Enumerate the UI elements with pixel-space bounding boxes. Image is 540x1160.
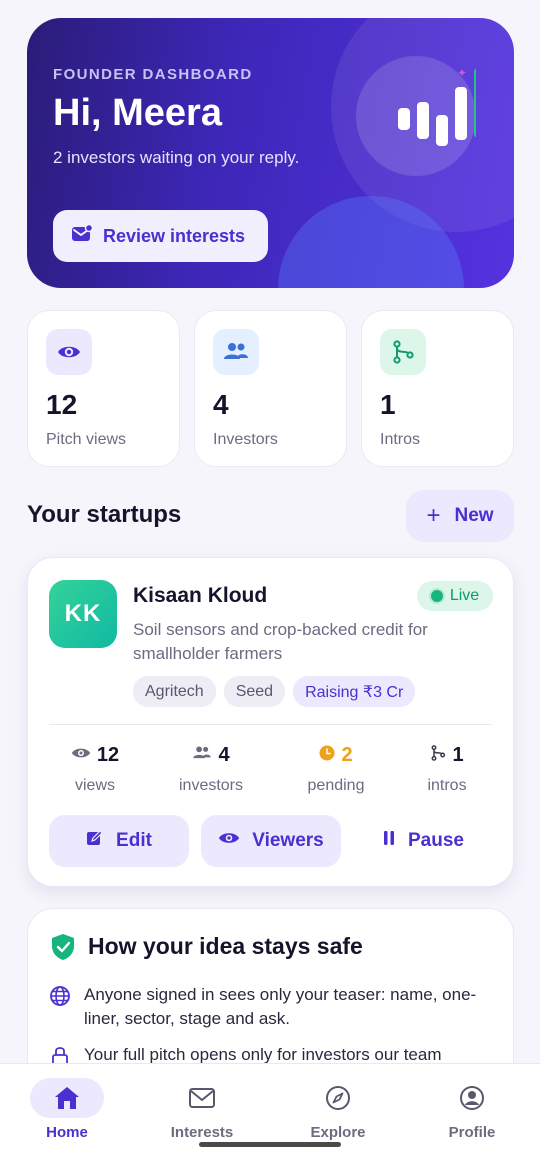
- metric-value: 12: [96, 744, 120, 766]
- compass-icon: [301, 1078, 375, 1118]
- branch-icon: [430, 744, 446, 767]
- section-title-startups: Your startups: [27, 501, 182, 528]
- metric-investors: 4 investors: [156, 744, 266, 795]
- eye-icon: [46, 329, 92, 375]
- users-icon: [192, 745, 212, 766]
- stat-label: Intros: [380, 431, 421, 448]
- new-startup-button[interactable]: + New: [406, 490, 514, 542]
- stat-label: Investors: [213, 431, 278, 448]
- nav-label: Home: [46, 1124, 88, 1141]
- hero-subtitle: 2 investors waiting on your reply.: [53, 148, 300, 167]
- stat-value: 1: [380, 389, 396, 420]
- eye-icon: [71, 746, 91, 765]
- viewers-label: Viewers: [252, 830, 324, 851]
- stat-value: 12: [46, 389, 78, 420]
- startup-card[interactable]: KK Kisaan Kloud Live Soil sensors and cr…: [27, 557, 514, 887]
- startup-avatar: KK: [49, 580, 117, 648]
- safety-title: How your idea stays safe: [88, 933, 363, 959]
- new-startup-label: New: [454, 505, 494, 526]
- metric-label: investors: [178, 777, 244, 794]
- nav-label: Interests: [170, 1124, 234, 1141]
- stat-label: Pitch views: [46, 431, 127, 448]
- startup-description: Soil sensors and crop-backed credit for …: [133, 620, 428, 663]
- nav-item-profile[interactable]: Profile: [412, 1078, 532, 1141]
- plus-icon: +: [426, 502, 441, 529]
- mail-icon: [71, 223, 94, 249]
- nav-label: Explore: [310, 1124, 366, 1141]
- review-interests-label: Review interests: [103, 225, 246, 246]
- eye-icon: [218, 830, 240, 852]
- status-badge: Live: [417, 581, 493, 611]
- tag-stage: Seed: [223, 676, 286, 707]
- metric-label: intros: [427, 777, 467, 794]
- hero-greeting: Hi, Meera: [53, 92, 222, 134]
- stat-card-intros[interactable]: 1 Intros: [361, 310, 514, 467]
- home-icon: [30, 1078, 104, 1118]
- shield-check-icon: [50, 933, 76, 966]
- edit-button[interactable]: Edit: [49, 815, 189, 867]
- startup-name: Kisaan Kloud: [133, 584, 268, 607]
- edit-label: Edit: [116, 830, 152, 851]
- branch-icon: [380, 329, 426, 375]
- globe-icon: [49, 985, 71, 1012]
- nav-item-home[interactable]: Home: [7, 1078, 127, 1141]
- stat-card-pitch-views[interactable]: 12 Pitch views: [27, 310, 180, 467]
- clock-icon: [319, 745, 335, 766]
- metric-pending: 2 pending: [281, 744, 391, 795]
- metric-intros: 1 intros: [392, 744, 502, 795]
- hero-eyebrow: FOUNDER DASHBOARD: [53, 66, 253, 83]
- nav-label: Profile: [448, 1124, 496, 1141]
- home-indicator[interactable]: [199, 1142, 341, 1147]
- metric-value: 1: [452, 744, 464, 766]
- tag-raising: Raising ₹3 Cr: [293, 676, 416, 707]
- tag-sector: Agritech: [133, 676, 216, 707]
- status-label: Live: [449, 587, 480, 604]
- bar-chart-icon: [356, 56, 476, 176]
- edit-icon: [86, 829, 104, 853]
- profile-icon: [435, 1078, 509, 1118]
- safety-item: Anyone signed in sees only your teaser: …: [84, 985, 477, 1028]
- users-icon: [213, 329, 259, 375]
- hero-banner: ✦ FOUNDER DASHBOARD Hi, Meera 2 investor…: [27, 18, 514, 288]
- stat-card-investors[interactable]: 4 Investors: [194, 310, 347, 467]
- startup-tags: Agritech Seed Raising ₹3 Cr: [133, 676, 416, 707]
- metric-value: 4: [218, 744, 230, 766]
- pause-label: Pause: [408, 830, 464, 851]
- nav-item-interests[interactable]: Interests: [142, 1078, 262, 1141]
- metric-label: views: [74, 777, 115, 794]
- mail-icon: [165, 1078, 239, 1118]
- metric-views: 12 views: [40, 744, 150, 795]
- pause-button[interactable]: Pause: [353, 815, 493, 867]
- review-interests-button[interactable]: Review interests: [53, 210, 268, 262]
- metric-value: 2: [341, 744, 353, 766]
- viewers-button[interactable]: Viewers: [201, 815, 341, 867]
- divider: [49, 724, 492, 725]
- nav-item-explore[interactable]: Explore: [278, 1078, 398, 1141]
- pause-icon: [382, 830, 396, 852]
- stat-value: 4: [213, 389, 229, 420]
- status-dot-icon: [430, 590, 443, 602]
- metric-label: pending: [307, 777, 365, 794]
